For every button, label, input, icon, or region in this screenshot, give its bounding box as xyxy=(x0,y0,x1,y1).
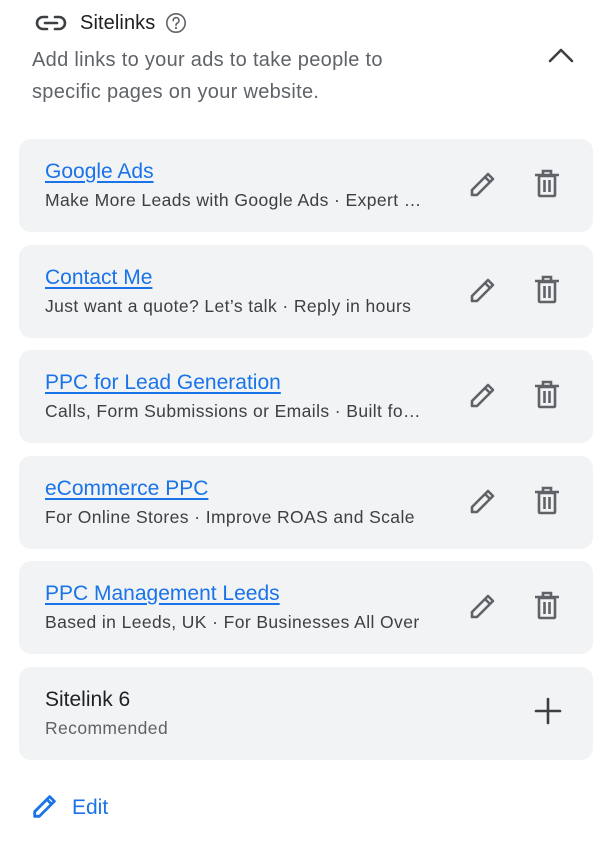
edit-label: Edit xyxy=(72,796,109,819)
sitelink-title[interactable]: PPC for Lead Generation xyxy=(45,370,425,396)
sitelink-subtitle: For Online Stores · Improve ROAS and Sca… xyxy=(45,507,415,527)
trash-icon xyxy=(532,379,562,416)
collapse-button[interactable] xyxy=(542,40,580,74)
edit-sitelink-button[interactable] xyxy=(464,589,502,627)
trash-icon xyxy=(532,590,562,627)
sitelink-title[interactable]: eCommerce PPC xyxy=(45,476,425,502)
trash-icon xyxy=(532,485,562,522)
link-icon xyxy=(34,11,68,35)
trash-icon xyxy=(532,168,562,205)
sitelink-subtitle: Based in Leeds, UK · For Businesses All … xyxy=(45,612,420,632)
plus-icon xyxy=(534,697,562,730)
sitelink-subtitle: Calls, Form Submissions or Emails · Buil… xyxy=(45,401,425,421)
delete-sitelink-button[interactable] xyxy=(528,589,566,627)
sitelink-placeholder-name: Sitelink 6 xyxy=(45,688,131,711)
section-header: Sitelinks xyxy=(34,8,594,38)
pencil-icon xyxy=(467,168,499,205)
edit-sitelink-button[interactable] xyxy=(464,484,502,522)
pencil-icon xyxy=(467,485,499,522)
pencil-icon xyxy=(30,791,60,826)
sitelink-subtitle: Just want a quote? Let’s talk · Reply in… xyxy=(45,296,412,316)
sitelink-card: Google Ads Make More Leads with Google A… xyxy=(19,139,593,232)
edit-sitelink-button[interactable] xyxy=(464,378,502,416)
section-description: Add links to your ads to take people to … xyxy=(32,49,383,103)
add-sitelink-card[interactable]: Sitelink 6 Recommended xyxy=(19,667,593,760)
add-sitelink-button[interactable] xyxy=(529,694,567,732)
sitelink-subtitle: Make More Leads with Google Ads · Expert… xyxy=(45,190,425,210)
edit-button[interactable]: Edit xyxy=(30,790,108,826)
recommended-label: Recommended xyxy=(45,718,169,738)
edit-sitelink-button[interactable] xyxy=(464,273,502,311)
section-title: Sitelinks xyxy=(80,11,156,34)
trash-icon xyxy=(532,274,562,311)
sitelink-title[interactable]: Google Ads xyxy=(45,159,425,185)
pencil-icon xyxy=(467,590,499,627)
delete-sitelink-button[interactable] xyxy=(528,378,566,416)
sitelink-card: eCommerce PPC For Online Stores · Improv… xyxy=(19,456,593,549)
sitelink-card: PPC for Lead Generation Calls, Form Subm… xyxy=(19,350,593,443)
delete-sitelink-button[interactable] xyxy=(528,484,566,522)
pencil-icon xyxy=(467,274,499,311)
sitelink-card: Contact Me Just want a quote? Let’s talk… xyxy=(19,245,593,338)
pencil-icon xyxy=(467,379,499,416)
delete-sitelink-button[interactable] xyxy=(528,167,566,205)
sitelink-title[interactable]: Contact Me xyxy=(45,265,425,291)
delete-sitelink-button[interactable] xyxy=(528,273,566,311)
edit-sitelink-button[interactable] xyxy=(464,167,502,205)
help-circle-icon[interactable] xyxy=(165,12,187,34)
sitelink-title[interactable]: PPC Management Leeds xyxy=(45,581,425,607)
sitelink-card: PPC Management Leeds Based in Leeds, UK … xyxy=(19,561,593,654)
chevron-up-icon xyxy=(547,47,575,68)
